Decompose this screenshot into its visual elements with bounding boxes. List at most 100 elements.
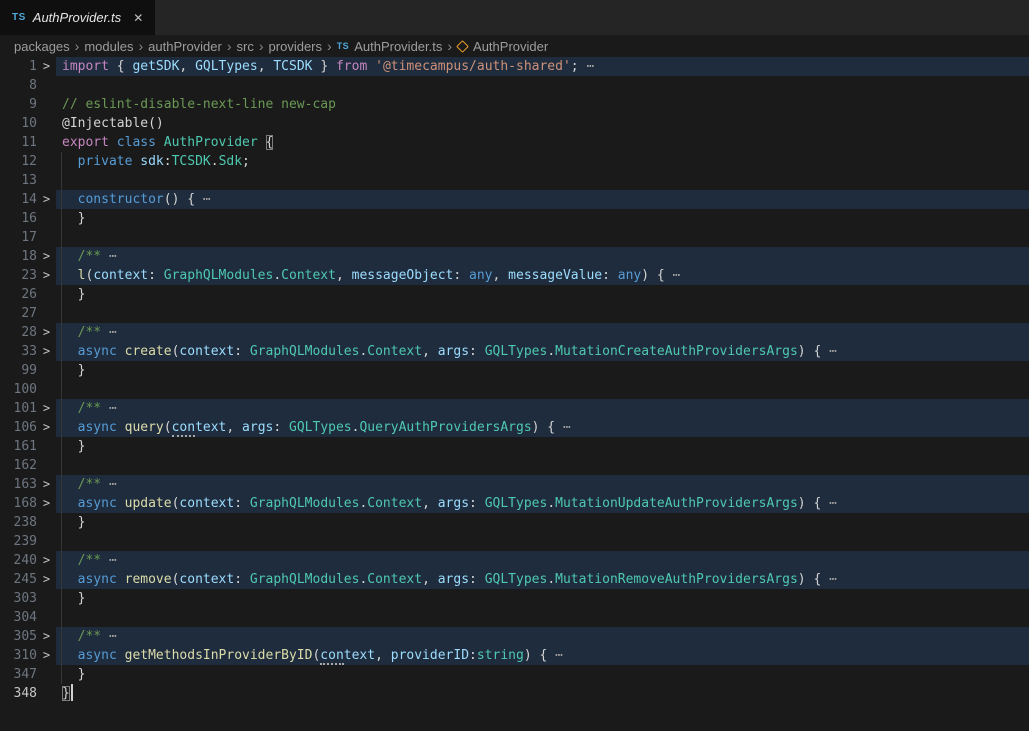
code-text[interactable] xyxy=(56,456,1029,475)
code-line-240[interactable]: 240> /** ⋯ xyxy=(0,551,1029,570)
code-text[interactable]: /** ⋯ xyxy=(56,551,1029,570)
breadcrumb-item-authprovider-ts[interactable]: TSAuthProvider.ts xyxy=(337,39,443,54)
code-line-106[interactable]: 106> async query(context, args: GQLTypes… xyxy=(0,418,1029,437)
code-text[interactable]: l(context: GraphQLModules.Context, messa… xyxy=(56,266,1029,285)
code-text[interactable]: } xyxy=(56,665,1029,684)
fold-chevron-icon[interactable]: > xyxy=(37,190,56,209)
code-line-305[interactable]: 305> /** ⋯ xyxy=(0,627,1029,646)
code-line-17[interactable]: 17 xyxy=(0,228,1029,247)
breadcrumb-item-packages[interactable]: packages xyxy=(14,39,70,54)
code-line-168[interactable]: 168> async update(context: GraphQLModule… xyxy=(0,494,1029,513)
token-ell: ⋯ xyxy=(555,420,571,435)
code-text[interactable] xyxy=(56,380,1029,399)
code-line-347[interactable]: 347 } xyxy=(0,665,1029,684)
code-line-303[interactable]: 303 } xyxy=(0,589,1029,608)
code-text[interactable]: // eslint-disable-next-line new-cap xyxy=(56,95,1029,114)
code-text[interactable] xyxy=(56,171,1029,190)
code-text[interactable] xyxy=(56,228,1029,247)
breadcrumb-item-authprovider[interactable]: AuthProvider xyxy=(457,39,548,54)
code-line-1[interactable]: 1>import { getSDK, GQLTypes, TCSDK } fro… xyxy=(0,57,1029,76)
code-text[interactable] xyxy=(56,532,1029,551)
code-text[interactable]: export class AuthProvider { xyxy=(56,133,1029,152)
code-text[interactable]: } xyxy=(56,209,1029,228)
code-line-100[interactable]: 100 xyxy=(0,380,1029,399)
code-line-23[interactable]: 23> l(context: GraphQLModules.Context, m… xyxy=(0,266,1029,285)
code-line-161[interactable]: 161 } xyxy=(0,437,1029,456)
fold-chevron-icon[interactable]: > xyxy=(37,323,56,342)
breadcrumb-item-authprovider[interactable]: authProvider xyxy=(148,39,222,54)
code-text[interactable]: async create(context: GraphQLModules.Con… xyxy=(56,342,1029,361)
fold-chevron-icon[interactable]: > xyxy=(37,247,56,266)
code-text[interactable]: } xyxy=(56,513,1029,532)
fold-spacer xyxy=(37,171,56,190)
code-line-238[interactable]: 238 } xyxy=(0,513,1029,532)
code-text[interactable]: import { getSDK, GQLTypes, TCSDK } from … xyxy=(56,57,1029,76)
code-line-304[interactable]: 304 xyxy=(0,608,1029,627)
code-text[interactable]: async update(context: GraphQLModules.Con… xyxy=(56,494,1029,513)
code-line-14[interactable]: 14> constructor() { ⋯ xyxy=(0,190,1029,209)
code-editor[interactable]: 1>import { getSDK, GQLTypes, TCSDK } fro… xyxy=(0,57,1029,731)
token-pun xyxy=(62,268,78,283)
code-line-101[interactable]: 101> /** ⋯ xyxy=(0,399,1029,418)
code-line-13[interactable]: 13 xyxy=(0,171,1029,190)
code-line-28[interactable]: 28> /** ⋯ xyxy=(0,323,1029,342)
breadcrumb-item-src[interactable]: src xyxy=(237,39,254,54)
code-line-27[interactable]: 27 xyxy=(0,304,1029,323)
fold-chevron-icon[interactable]: > xyxy=(37,627,56,646)
code-text[interactable]: /** ⋯ xyxy=(56,247,1029,266)
code-line-99[interactable]: 99 } xyxy=(0,361,1029,380)
code-line-12[interactable]: 12 private sdk:TCSDK.Sdk; xyxy=(0,152,1029,171)
code-line-33[interactable]: 33> async create(context: GraphQLModules… xyxy=(0,342,1029,361)
breadcrumb-item-providers[interactable]: providers xyxy=(269,39,322,54)
tab-authprovider[interactable]: TS AuthProvider.ts ✕ xyxy=(0,0,155,35)
code-text[interactable]: /** ⋯ xyxy=(56,323,1029,342)
code-text[interactable]: async remove(context: GraphQLModules.Con… xyxy=(56,570,1029,589)
fold-chevron-icon[interactable]: > xyxy=(37,646,56,665)
code-text[interactable]: } xyxy=(56,589,1029,608)
code-text[interactable]: /** ⋯ xyxy=(56,475,1029,494)
code-text[interactable]: async getMethodsInProviderByID(context, … xyxy=(56,646,1029,665)
code-text[interactable]: } xyxy=(56,437,1029,456)
fold-chevron-icon[interactable]: > xyxy=(37,342,56,361)
code-line-245[interactable]: 245> async remove(context: GraphQLModule… xyxy=(0,570,1029,589)
code-text[interactable]: } xyxy=(56,285,1029,304)
code-text[interactable]: private sdk:TCSDK.Sdk; xyxy=(56,152,1029,171)
fold-chevron-icon[interactable]: > xyxy=(37,57,56,76)
code-text[interactable] xyxy=(56,76,1029,95)
code-line-18[interactable]: 18> /** ⋯ xyxy=(0,247,1029,266)
code-line-348[interactable]: 348} xyxy=(0,684,1029,703)
fold-chevron-icon[interactable]: > xyxy=(37,570,56,589)
fold-chevron-icon[interactable]: > xyxy=(37,551,56,570)
code-line-16[interactable]: 16 } xyxy=(0,209,1029,228)
breadcrumb-item-modules[interactable]: modules xyxy=(84,39,133,54)
code-text[interactable]: async query(context, args: GQLTypes.Quer… xyxy=(56,418,1029,437)
code-text[interactable]: } xyxy=(56,361,1029,380)
close-icon[interactable]: ✕ xyxy=(133,12,143,24)
code-text[interactable] xyxy=(56,304,1029,323)
breadcrumb-label: AuthProvider.ts xyxy=(354,39,442,54)
code-line-10[interactable]: 10@Injectable() xyxy=(0,114,1029,133)
code-text[interactable]: /** ⋯ xyxy=(56,399,1029,418)
code-text[interactable]: @Injectable() xyxy=(56,114,1029,133)
token-type: MutationUpdateAuthProvidersArgs xyxy=(555,496,798,511)
fold-chevron-icon[interactable]: > xyxy=(37,494,56,513)
token-type: GQLTypes xyxy=(289,420,352,435)
fold-chevron-icon[interactable]: > xyxy=(37,399,56,418)
fold-chevron-icon[interactable]: > xyxy=(37,266,56,285)
code-line-11[interactable]: 11export class AuthProvider { xyxy=(0,133,1029,152)
code-line-9[interactable]: 9// eslint-disable-next-line new-cap xyxy=(0,95,1029,114)
code-line-162[interactable]: 162 xyxy=(0,456,1029,475)
code-text[interactable]: /** ⋯ xyxy=(56,627,1029,646)
code-line-163[interactable]: 163> /** ⋯ xyxy=(0,475,1029,494)
code-text[interactable] xyxy=(56,608,1029,627)
code-line-239[interactable]: 239 xyxy=(0,532,1029,551)
code-text[interactable]: } xyxy=(56,684,1029,703)
fold-chevron-icon[interactable]: > xyxy=(37,418,56,437)
code-line-8[interactable]: 8 xyxy=(0,76,1029,95)
token-pun xyxy=(62,192,78,207)
code-text[interactable]: constructor() { ⋯ xyxy=(56,190,1029,209)
token-ell: ⋯ xyxy=(821,572,837,587)
fold-chevron-icon[interactable]: > xyxy=(37,475,56,494)
code-line-26[interactable]: 26 } xyxy=(0,285,1029,304)
code-line-310[interactable]: 310> async getMethodsInProviderByID(cont… xyxy=(0,646,1029,665)
